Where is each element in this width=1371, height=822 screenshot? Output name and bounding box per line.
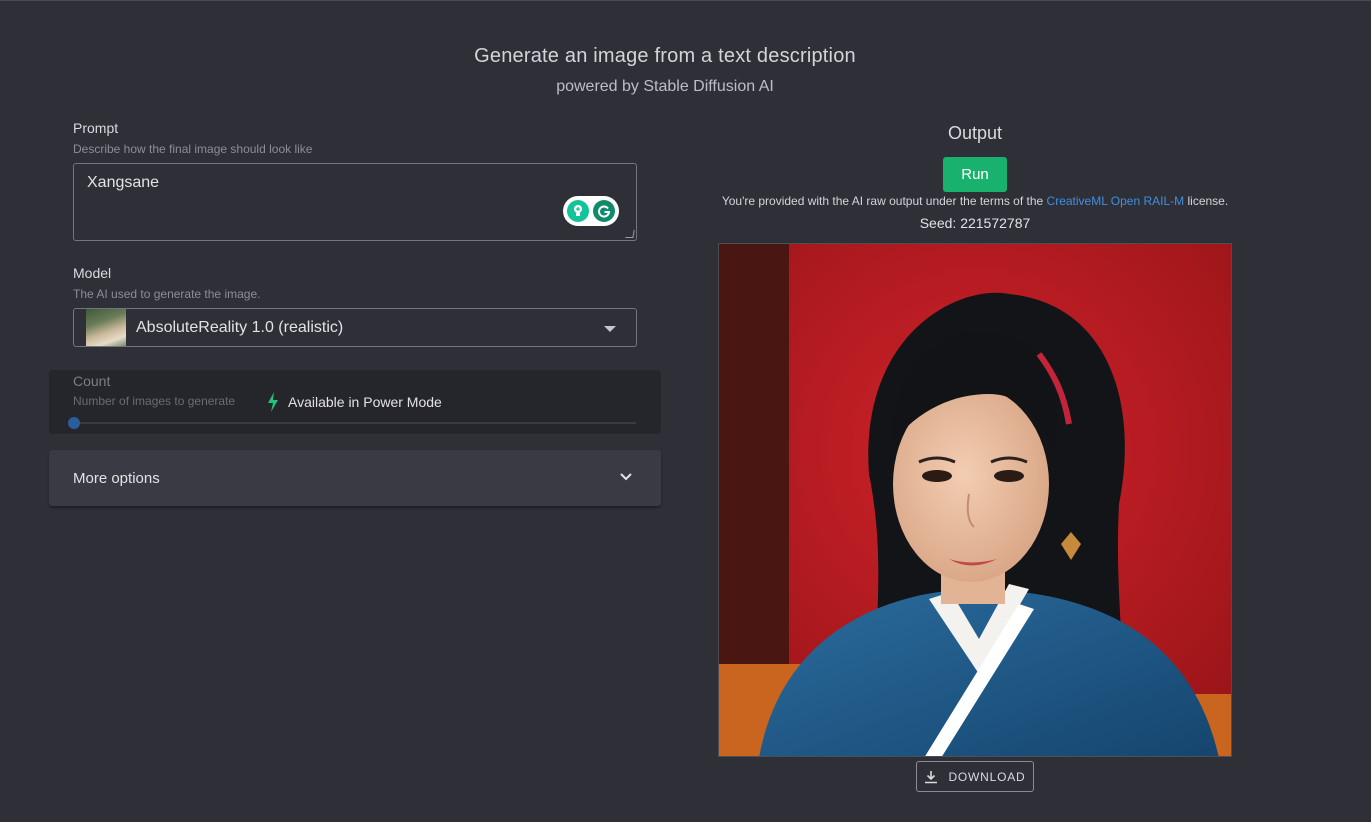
count-panel: Count Number of images to generate Avail… (49, 370, 661, 434)
download-label: DOWNLOAD (948, 769, 1026, 784)
more-options-label: More options (73, 469, 160, 487)
download-icon (925, 770, 938, 783)
seed-value: Seed: 221572787 (919, 215, 1031, 231)
prompt-label: Prompt (73, 120, 119, 136)
count-label: Count (73, 373, 111, 389)
power-mode-notice: Available in Power Mode (267, 392, 442, 412)
model-selected-value: AbsoluteReality 1.0 (realistic) (136, 318, 344, 336)
license-prefix: You're provided with the AI raw output u… (721, 194, 1044, 208)
count-help: Number of images to generate (73, 394, 236, 408)
page-title: Generate an image from a text descriptio… (474, 45, 856, 67)
model-thumbnail (86, 309, 126, 346)
page-header: Generate an image from a text descriptio… (0, 45, 1330, 96)
license-link[interactable]: CreativeML Open RAIL-M (1047, 194, 1185, 208)
run-button[interactable]: Run (943, 157, 1007, 192)
power-mode-text: Available in Power Mode (288, 394, 442, 410)
chevron-down-icon (620, 473, 632, 481)
count-slider-track[interactable] (74, 422, 636, 424)
generated-image (718, 243, 1232, 757)
caret-down-icon (604, 326, 616, 332)
model-select[interactable]: AbsoluteReality 1.0 (realistic) (73, 308, 637, 347)
more-options-accordion[interactable]: More options (49, 450, 661, 506)
license-suffix: license. (1187, 194, 1229, 208)
page-subtitle: powered by Stable Diffusion AI (556, 78, 774, 95)
download-button[interactable]: DOWNLOAD (916, 761, 1034, 792)
lightning-icon (268, 392, 278, 412)
model-label: Model (73, 265, 112, 281)
resize-handle[interactable] (625, 230, 635, 238)
prompt-help: Describe how the final image should look… (73, 142, 313, 156)
grammarly-icon[interactable] (593, 200, 615, 222)
prompt-input[interactable]: Xangsane (74, 164, 636, 240)
model-help: The AI used to generate the image. (73, 287, 261, 301)
lightbulb-icon[interactable] (567, 200, 589, 222)
count-slider-thumb[interactable] (68, 417, 80, 429)
grammarly-widget[interactable] (563, 196, 619, 226)
license-notice: You're provided with the AI raw output u… (660, 194, 1290, 208)
output-title: Output (947, 123, 1003, 143)
prompt-field[interactable]: Xangsane (73, 163, 637, 241)
